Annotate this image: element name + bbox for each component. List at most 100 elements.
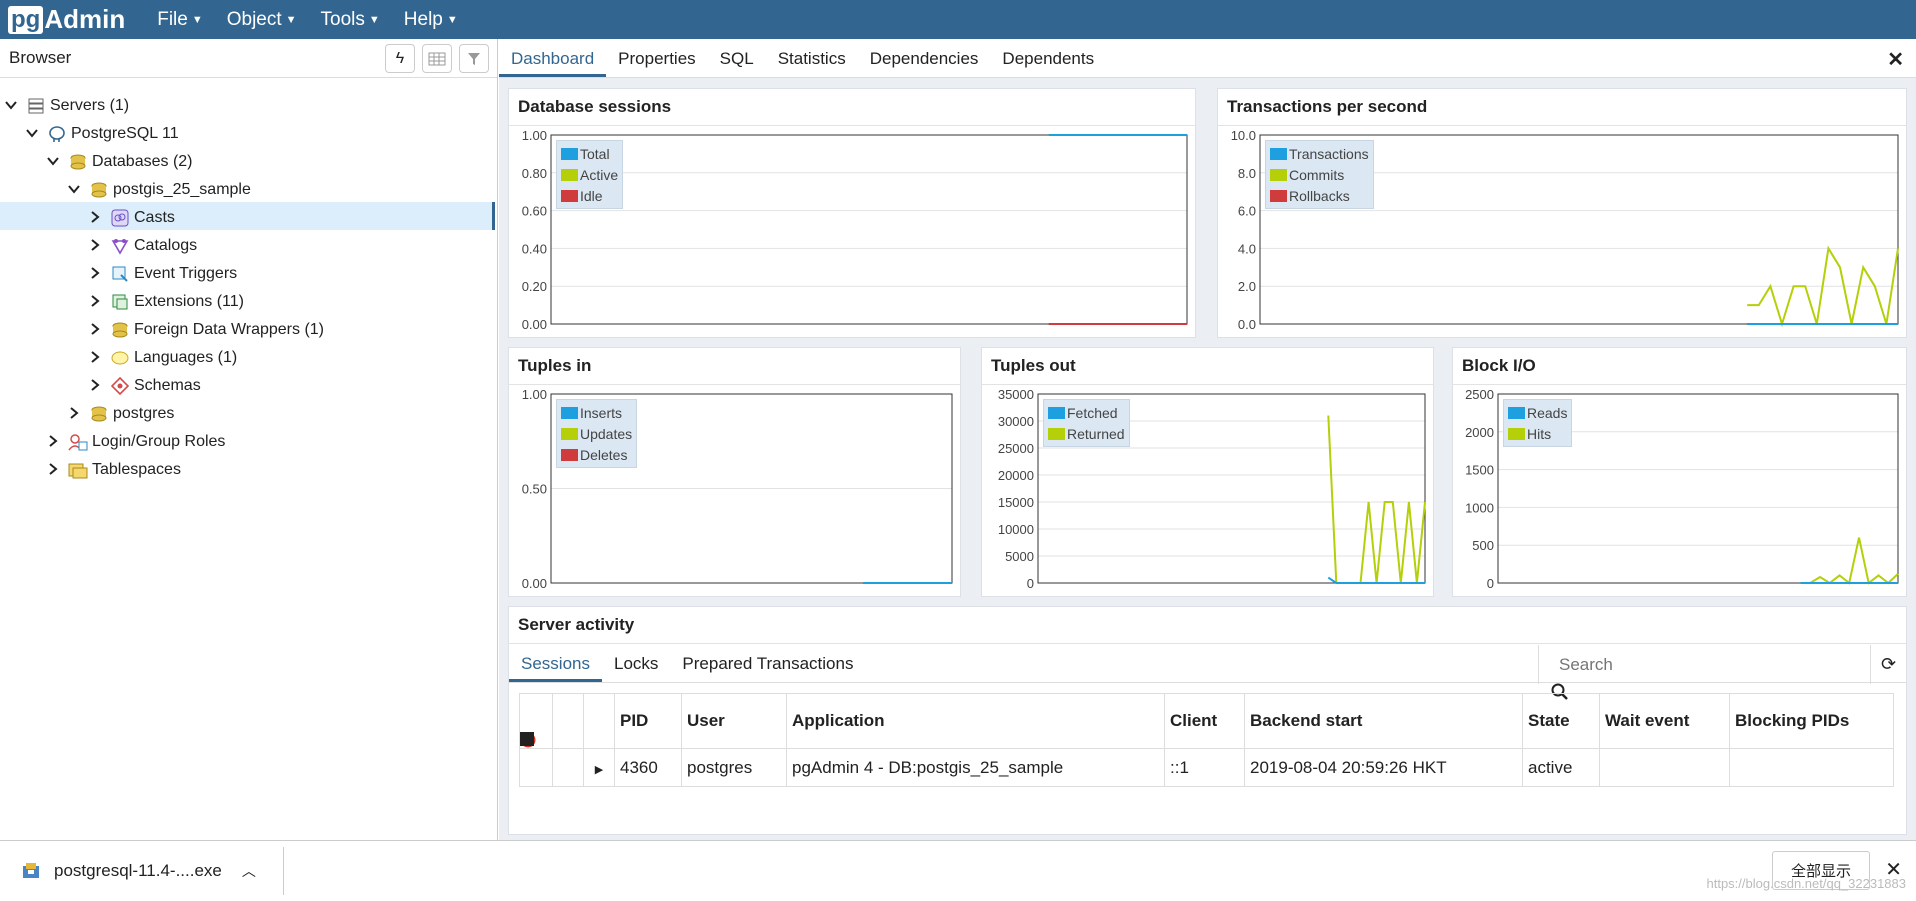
database-icon [89,180,109,200]
menu-file[interactable]: File ▼ [157,9,203,31]
tree-node-databases-2[interactable]: Databases (2) [44,148,193,176]
tab-properties[interactable]: Properties [606,49,707,77]
tab-sql[interactable]: SQL [708,49,766,77]
chevron-down-icon[interactable] [44,155,62,169]
chevron-up-icon[interactable]: ︿ [242,861,256,881]
cell-wait-event [1599,748,1730,787]
chevron-right-icon[interactable] [65,406,83,422]
col-header-application[interactable]: Application [786,693,1165,749]
tab-dashboard[interactable]: Dashboard [499,49,607,77]
col-header-blocking-pids[interactable]: Blocking PIDs [1729,693,1894,749]
tree-node-languages-1[interactable]: Languages (1) [86,344,237,372]
legend-label: Commits [1289,166,1345,183]
series-line-hits [1800,537,1899,585]
col-header-user[interactable]: User [681,693,787,749]
tree-node-foreign-data-wrappers-1[interactable]: Foreign Data Wrappers (1) [86,316,324,344]
chevron-right-icon[interactable] [86,350,104,366]
menu-tools[interactable]: Tools ▼ [321,9,380,31]
tab-dependencies[interactable]: Dependencies [858,49,991,77]
menu-object[interactable]: Object ▼ [227,9,297,31]
block-io-title: Block I/O [1453,348,1906,385]
legend-entry: Rollbacks [1270,185,1369,206]
legend-label: Rollbacks [1289,187,1350,204]
logo-pg: pg [8,5,44,34]
chevron-right-icon[interactable] [86,238,104,254]
col-header-wait-event[interactable]: Wait event [1599,693,1730,749]
close-tab-icon[interactable]: ✕ [1887,47,1904,72]
tree-node-postgres[interactable]: postgres [65,400,174,428]
extensions-icon [110,292,130,312]
tab-sessions[interactable]: Sessions [509,654,602,682]
tab-dependents[interactable]: Dependents [990,49,1106,77]
tree-node-tablespaces[interactable]: Tablespaces [44,456,181,484]
tab-locks[interactable]: Locks [602,654,670,682]
legend-swatch [1270,147,1287,160]
col-header-pid[interactable]: PID [614,693,682,749]
filter-button[interactable] [459,44,489,73]
search-input[interactable] [1559,654,1799,675]
tree-node-casts[interactable]: Casts [86,204,175,232]
pgadmin-logo[interactable]: pg Admin [8,4,125,35]
tree-node-label: Databases (2) [92,153,193,170]
tree-node-label: Catalogs [134,237,198,254]
tree-node-event-triggers[interactable]: Event Triggers [86,260,237,288]
tree-node-postgis-25-sample[interactable]: postgis_25_sample [65,176,251,204]
tree-node-catalogs[interactable]: Catalogs [86,232,197,260]
tab-statistics[interactable]: Statistics [766,49,858,77]
roles-icon [68,432,88,452]
y-tick-label: 0.00 [522,576,547,591]
tree-node-servers-1[interactable]: Servers (1) [2,92,129,120]
tree-node-extensions-11[interactable]: Extensions (11) [86,288,244,316]
sessions-table: PID User Application Client Backend star… [519,693,1894,787]
cell-client: ::1 [1164,748,1245,787]
tab-prepared-transactions[interactable]: Prepared Transactions [670,654,865,682]
chevron-right-icon[interactable] [44,434,62,450]
tree-node-label: Languages (1) [134,349,238,366]
cancel-query-button[interactable] [519,731,584,787]
tree-node-login-group-roles[interactable]: Login/Group Roles [44,428,225,456]
col-header-state[interactable]: State [1522,693,1600,749]
tree-node-label: Tablespaces [92,461,181,478]
top-navbar: pg Admin File ▼ Object ▼ Tools ▼ Help ▼ [0,0,1916,39]
view-data-button[interactable] [422,44,452,73]
tree-node-schemas[interactable]: Schemas [86,372,201,400]
legend-swatch [561,189,578,202]
menu-help[interactable]: Help ▼ [404,9,458,31]
query-tool-button[interactable]: ϟ [385,44,415,73]
stop-icon [519,731,534,746]
legend-entry: Updates [561,423,632,444]
casts-icon [110,208,130,228]
chevron-down-icon: ▼ [368,13,380,26]
refresh-button[interactable]: ⟳ [1870,645,1906,684]
download-item[interactable]: postgresql-11.4-....exe ︿ [0,847,284,895]
chevron-down-icon[interactable] [2,99,20,113]
chevron-down-icon: ▼ [446,13,458,26]
chevron-right-icon[interactable] [86,266,104,282]
chevron-right-icon[interactable] [44,462,62,478]
database-sessions-card: Database sessions 1.00 0.80 0.60 0.40 0.20 0.… [508,88,1196,338]
chevron-right-icon[interactable] [86,210,104,226]
chevron-down-icon[interactable] [65,183,83,197]
legend-swatch [561,427,578,440]
y-tick-label: 1500 [1465,463,1494,478]
cell-blocking-pids [1729,748,1894,787]
legend-label: Fetched [1067,404,1118,421]
chevron-down-icon: ▼ [191,13,203,26]
chevron-right-icon[interactable] [86,378,104,394]
chevron-down-icon[interactable] [23,127,41,141]
legend-entry: Returned [1048,423,1125,444]
terminate-session-button[interactable] [519,732,553,787]
y-tick-label: 0.00 [522,317,547,332]
tree-node-postgresql-11[interactable]: PostgreSQL 11 [23,120,179,148]
col-header-client[interactable]: Client [1164,693,1245,749]
y-tick-label: 0.50 [522,482,547,497]
expand-row-button[interactable]: ▶ [583,748,615,787]
chevron-right-icon[interactable] [86,294,104,310]
chevron-right-icon[interactable] [86,322,104,338]
y-tick-label: 5000 [1005,549,1034,564]
table-row[interactable]: ▶ 4360 postgres pgAdmin 4 - DB:postgis_2… [519,731,1894,787]
cell-pid: 4360 [614,748,682,787]
y-tick-label: 25000 [998,441,1034,456]
legend-label: Total [580,145,610,162]
col-header-backend-start[interactable]: Backend start [1244,693,1523,749]
